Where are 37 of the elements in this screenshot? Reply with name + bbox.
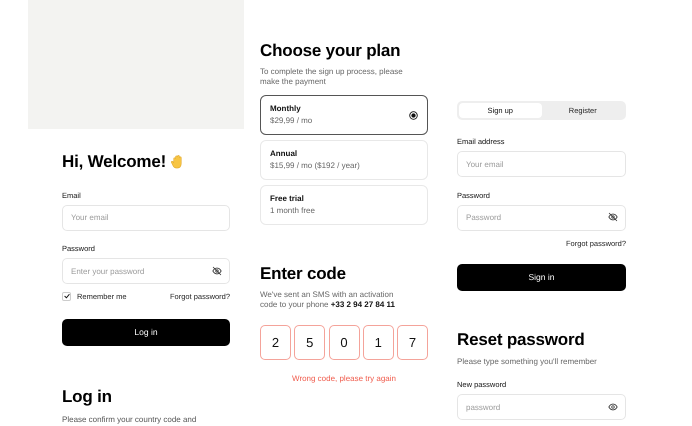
section-heading: Enter code	[260, 265, 347, 282]
password-field[interactable]: Enter your password	[62, 258, 230, 284]
section-heading: Hi, Welcome!	[62, 152, 166, 170]
plan-name: Free trial	[270, 195, 305, 203]
check-icon	[64, 293, 70, 300]
plan-name: Annual	[270, 150, 298, 158]
reset-text: Please type something you'll remember	[457, 356, 598, 368]
error-message: Wrong code, please try again	[291, 373, 397, 385]
radio-selected-icon	[409, 110, 418, 120]
login-button[interactable]: Log in	[62, 319, 230, 346]
login-text: Please confirm your country code and	[62, 414, 198, 426]
remember-checkbox[interactable]	[62, 292, 71, 301]
section-heading: Reset password	[457, 331, 586, 348]
password-field[interactable]: Password	[457, 204, 626, 230]
code-digit-field[interactable]: 5	[294, 325, 326, 360]
plan-name: Monthly	[270, 105, 302, 113]
plan-option[interactable]: Free trial 1 month free	[260, 185, 428, 225]
section-heading: Choose your plan	[260, 42, 402, 59]
plan-price: 1 month free	[270, 207, 315, 215]
section-heading: Log in	[62, 388, 113, 405]
plan-subtitle: To complete the sign up process, please make the payment	[260, 67, 404, 87]
code-digit-field[interactable]: 2	[260, 325, 291, 360]
eye-off-icon[interactable]	[212, 266, 222, 276]
code-digit-field[interactable]: 0	[328, 325, 360, 360]
code-text: We've sent an SMS with an activation code to your phone +33 2 94 27 84 11	[260, 290, 396, 310]
eye-icon[interactable]	[608, 402, 618, 412]
signin-button[interactable]: Sign in	[457, 264, 626, 292]
new-password-field[interactable]: password	[457, 394, 626, 420]
plan-option[interactable]: Monthly $29,99 / mo	[260, 95, 428, 135]
plan-price: $15,99 / mo ($192 / year)	[270, 162, 360, 170]
code-digit-field[interactable]: 7	[397, 325, 428, 360]
code-digit-field[interactable]: 1	[362, 325, 394, 360]
email-field[interactable]: Your email	[62, 204, 230, 231]
email-field[interactable]: Your email	[457, 151, 626, 177]
plan-price: $29,99 / mo	[270, 117, 312, 125]
plan-option[interactable]: Annual $15,99 / mo ($192 / year)	[260, 140, 428, 180]
eye-off-icon[interactable]	[608, 212, 618, 222]
